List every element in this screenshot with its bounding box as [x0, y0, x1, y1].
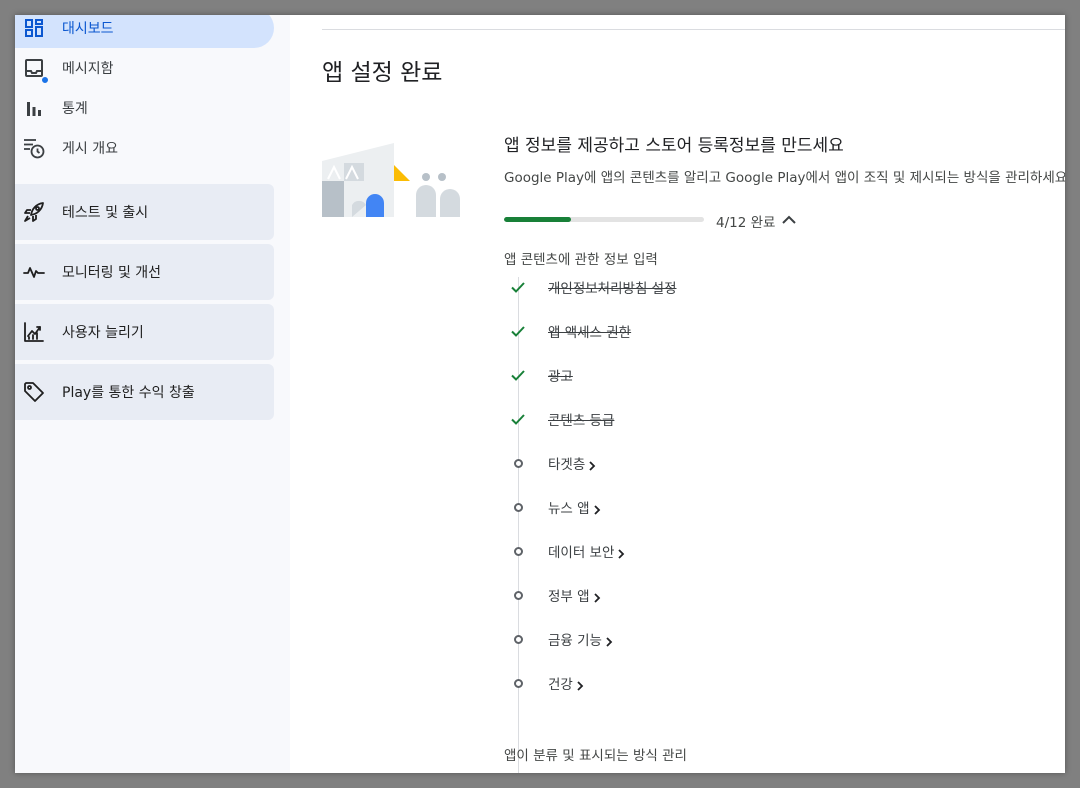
step-label: 정부 앱	[548, 589, 590, 605]
step-item[interactable]: 개인정보처리방침 설정	[504, 275, 677, 299]
step-label: 콘텐츠 등급	[548, 413, 615, 429]
step-label: 광고	[548, 369, 573, 385]
step-label: 타겟층	[548, 457, 586, 473]
sidebar-item-label: 게시 개요	[62, 141, 118, 157]
sidebar-item-label: 메시지함	[62, 61, 114, 77]
check-icon	[504, 411, 532, 427]
step-label: 뉴스 앱	[548, 501, 590, 517]
sidebar-item-label: 통계	[62, 101, 88, 117]
sidebar-item-publishing-overview[interactable]: 게시 개요	[15, 128, 274, 168]
step-label: 건강	[548, 677, 573, 693]
store-listing-illustration	[322, 143, 464, 217]
step-item[interactable]: 정부 앱	[504, 583, 602, 607]
sidebar-item-inbox[interactable]: 메시지함	[15, 48, 274, 88]
dashboard-icon	[23, 17, 45, 39]
chevron-right-icon	[592, 589, 602, 603]
divider	[322, 29, 1065, 30]
chevron-right-icon	[616, 545, 626, 559]
progress-label: 4/12 완료	[716, 215, 776, 231]
step-label: 개인정보처리방침 설정	[548, 281, 677, 297]
sidebar-section-label: Play를 통한 수익 창출	[62, 385, 195, 401]
step-item[interactable]: 광고	[504, 363, 573, 387]
chevron-up-icon[interactable]	[780, 211, 798, 229]
pending-dot-icon	[504, 590, 532, 600]
sidebar-item-dashboard[interactable]: 대시보드	[15, 15, 274, 48]
inbox-icon	[23, 57, 49, 84]
pending-dot-icon	[504, 678, 532, 688]
sidebar-section-monitor-improve[interactable]: 모니터링 및 개선	[15, 244, 274, 300]
sidebar-section-label: 테스트 및 출시	[62, 205, 149, 221]
step-label: 금융 기능	[548, 633, 602, 649]
step-item[interactable]: 금융 기능	[504, 627, 614, 651]
main-content: 앱 설정 완료 앱 정보를 제공하고 스토어 등록정보를 만드세요 Google…	[290, 15, 1065, 773]
pending-dot-icon	[504, 546, 532, 556]
app-window: 대시보드 메시지함 통계 게시 개요 테스트 및 출시 모니터링 및 개선 사용…	[15, 15, 1065, 773]
unread-badge	[41, 76, 49, 84]
card-description: Google Play에 앱의 콘텐츠를 알리고 Google Play에서 앱…	[504, 170, 1065, 186]
pending-dot-icon	[504, 458, 532, 468]
chevron-right-icon	[592, 501, 602, 515]
step-item[interactable]: 뉴스 앱	[504, 495, 602, 519]
chevron-right-icon	[587, 457, 597, 471]
sidebar-item-label: 대시보드	[62, 21, 114, 37]
grow-users-icon	[23, 321, 45, 343]
tag-icon	[23, 381, 45, 403]
group-title: 앱 콘텐츠에 관한 정보 입력	[504, 252, 658, 268]
step-item[interactable]: 콘텐츠 등급	[504, 407, 614, 431]
bar-chart-icon	[23, 97, 45, 119]
step-item[interactable]: 타겟층	[504, 451, 597, 475]
sidebar-section-monetize[interactable]: Play를 통한 수익 창출	[15, 364, 274, 420]
page-title: 앱 설정 완료	[322, 60, 443, 86]
publishing-overview-icon	[23, 137, 45, 159]
check-icon	[504, 367, 532, 383]
step-item[interactable]: 데이터 보안	[504, 539, 626, 563]
chevron-right-icon	[604, 633, 614, 647]
step-label: 데이터 보안	[548, 545, 615, 561]
card-title: 앱 정보를 제공하고 스토어 등록정보를 만드세요	[504, 136, 844, 156]
vitals-icon	[23, 261, 45, 283]
sidebar-section-label: 사용자 늘리기	[62, 325, 144, 341]
step-label: 앱 액세스 권한	[548, 325, 632, 341]
sidebar-item-statistics[interactable]: 통계	[15, 88, 274, 128]
sidebar: 대시보드 메시지함 통계 게시 개요 테스트 및 출시 모니터링 및 개선 사용…	[15, 15, 290, 773]
chevron-right-icon	[575, 677, 585, 691]
progress-fill	[504, 217, 571, 222]
pending-dot-icon	[504, 634, 532, 644]
sidebar-section-grow-users[interactable]: 사용자 늘리기	[15, 304, 274, 360]
step-item[interactable]: 건강	[504, 671, 585, 695]
rocket-icon	[23, 201, 45, 223]
sidebar-section-label: 모니터링 및 개선	[62, 265, 162, 281]
timeline-line	[518, 277, 519, 773]
progress-bar	[504, 217, 704, 222]
group-title: 앱이 분류 및 표시되는 방식 관리	[504, 748, 687, 764]
pending-dot-icon	[504, 502, 532, 512]
sidebar-section-test-release[interactable]: 테스트 및 출시	[15, 184, 274, 240]
check-icon	[504, 323, 532, 339]
step-item[interactable]: 앱 액세스 권한	[504, 319, 631, 343]
check-icon	[504, 279, 532, 295]
